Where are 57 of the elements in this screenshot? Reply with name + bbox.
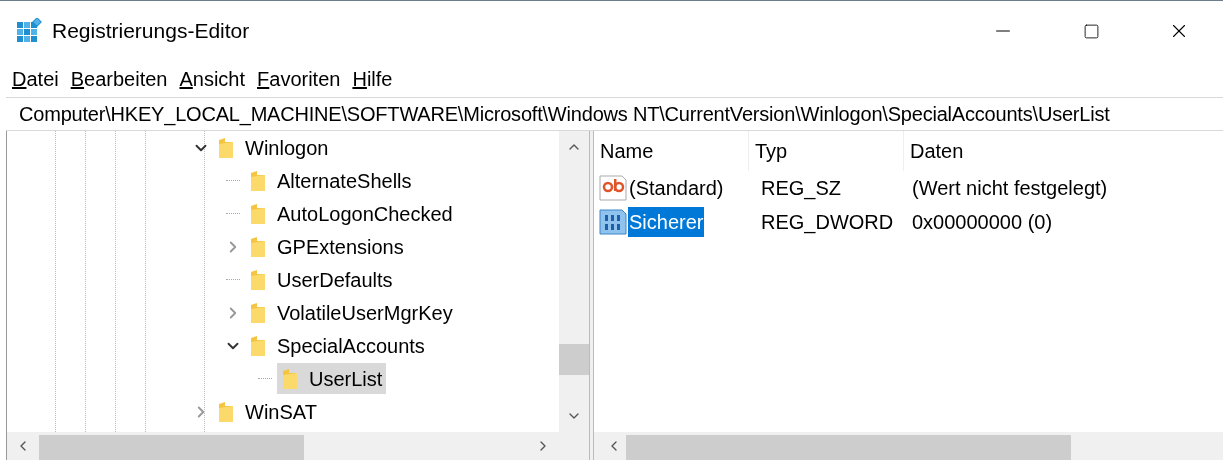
address-bar[interactable]: Computer\HKEY_LOCAL_MACHINE\SOFTWARE\Microsoft\Windows NT\CurrentVersion\Winlogon\SpecialAccounts\UserList (6, 97, 1223, 131)
tree-item[interactable]: GPExtensions (245, 231, 408, 262)
tree-item-label: UserList (309, 366, 383, 392)
scrollbar-thumb[interactable] (559, 344, 589, 375)
table-cell[interactable]: (Standard) (628, 173, 725, 203)
tree-item[interactable]: SpecialAccounts (245, 330, 429, 361)
vertical-scrollbar[interactable] (559, 131, 589, 432)
tree-item[interactable]: WinSAT (213, 396, 321, 427)
tree-connector (226, 213, 240, 214)
folder-icon (217, 400, 235, 423)
column-header[interactable]: Daten (904, 131, 1223, 171)
table-cell-text: REG_DWORD (760, 210, 895, 236)
scrollbar-thumb[interactable] (626, 435, 1071, 460)
horizontal-scrollbar[interactable] (594, 432, 1223, 460)
tree-item-label: GPExtensions (277, 234, 404, 260)
tree-item-label: AlternateShells (277, 168, 412, 194)
tree-item-label: VolatileUserMgrKey (277, 300, 453, 326)
tree-item[interactable]: AutoLogonChecked (245, 198, 457, 229)
folder-icon (249, 301, 267, 324)
folder-icon (217, 136, 235, 159)
folder-icon (249, 268, 267, 291)
menu-item[interactable]: Hilfe (352, 64, 393, 94)
menu-item[interactable]: Datei (12, 64, 59, 94)
horizontal-scrollbar[interactable] (7, 432, 589, 460)
menu-item[interactable]: Ansicht (179, 64, 246, 94)
tree-item-label: AutoLogonChecked (277, 201, 453, 227)
column-header[interactable]: Typ (749, 131, 904, 171)
tree-item[interactable]: AlternateShells (245, 165, 416, 196)
folder-icon (249, 334, 267, 357)
tree-item[interactable]: UserList (277, 363, 387, 394)
binary-value-icon (598, 208, 628, 236)
menu-item[interactable]: Favoriten (257, 64, 341, 94)
folder-icon (249, 235, 267, 258)
table-cell[interactable]: Sicherer (628, 207, 705, 237)
folder-icon (249, 169, 267, 192)
tree-item-label: UserDefaults (277, 267, 393, 293)
registry-editor-icon (16, 18, 42, 44)
tree-item[interactable]: VolatileUserMgrKey (245, 297, 457, 328)
tree-item[interactable]: Winlogon (213, 132, 333, 163)
tree-item-label: WinSAT (245, 399, 317, 425)
menu-item[interactable]: Bearbeiten (70, 64, 168, 94)
string-value-icon (598, 174, 628, 202)
maximize-icon[interactable] (1082, 22, 1100, 40)
tree-item-label: Winlogon (245, 135, 329, 161)
table-cell-text: REG_SZ (760, 176, 843, 202)
tree-connector (226, 180, 240, 181)
folder-icon (281, 367, 299, 390)
tree-item[interactable]: UserDefaults (245, 264, 397, 295)
folder-icon (249, 202, 267, 225)
scrollbar-thumb[interactable] (39, 435, 304, 460)
tree-connector (226, 279, 240, 280)
tree-item-label: SpecialAccounts (277, 333, 425, 359)
table-cell-text: 0x00000000 (0) (911, 210, 1054, 235)
tree-connector (258, 378, 272, 379)
window-title: Registrierungs-Editor (52, 18, 250, 45)
column-header[interactable]: Name (594, 131, 749, 171)
table-cell-text: (Wert nicht festgelegt) (911, 176, 1109, 201)
